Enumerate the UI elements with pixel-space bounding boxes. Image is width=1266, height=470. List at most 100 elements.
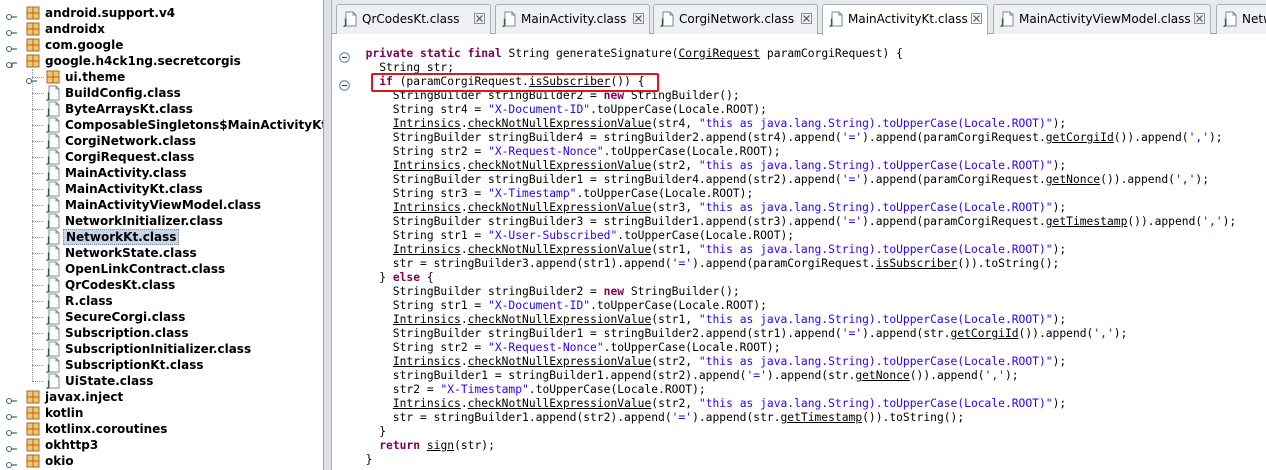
package-tree: android.support.v4 androidx com.google goog… <box>0 5 323 469</box>
tree-class-item[interactable]: J BuildConfig.class <box>0 85 323 102</box>
code-reference[interactable]: Intrinsics <box>393 159 461 172</box>
expand-toggle-icon[interactable] <box>6 57 18 68</box>
collapse-icon[interactable] <box>339 76 350 91</box>
tree-class-item[interactable]: J SubscriptionInitializer.class <box>0 341 323 358</box>
editor-tab[interactable]: J QrCodesKt.class <box>336 4 491 34</box>
class-file-icon: J <box>46 293 61 310</box>
code-reference[interactable]: checkNotNullExpressionValue <box>468 397 652 410</box>
tree-class-item[interactable]: J QrCodesKt.class <box>0 277 323 294</box>
collapse-toggle-icon[interactable] <box>6 41 18 52</box>
svg-text:J: J <box>46 236 50 245</box>
code-reference[interactable]: Intrinsics <box>393 201 461 214</box>
tree-package-item[interactable]: ui.theme <box>0 69 323 85</box>
collapse-toggle-icon[interactable] <box>6 441 18 452</box>
pane-splitter[interactable] <box>324 0 332 470</box>
code-string: '=' <box>841 131 863 144</box>
package-explorer: android.support.v4 androidx com.google goog… <box>0 0 324 470</box>
collapse-toggle-icon[interactable] <box>6 409 18 420</box>
tree-package-item[interactable]: android.support.v4 <box>0 5 323 21</box>
tree-class-item[interactable]: J SecureCorgi.class <box>0 309 323 326</box>
collapse-toggle-icon[interactable] <box>6 25 18 36</box>
editor-tab[interactable]: J CorgiNetwork.class <box>653 4 818 34</box>
tree-package-item[interactable]: okhttp3 <box>0 437 323 453</box>
code-reference[interactable]: getCorgiId <box>951 327 1019 340</box>
tree-guide-line <box>32 173 44 174</box>
tree-class-item[interactable]: J CorgiNetwork.class <box>0 133 323 150</box>
code-reference[interactable]: checkNotNullExpressionValue <box>468 355 652 368</box>
svg-text:J: J <box>46 188 50 197</box>
tree-class-item[interactable]: J SubscriptionKt.class <box>0 357 323 374</box>
code-text: ); <box>1052 355 1067 368</box>
tree-class-item[interactable]: J UiState.class <box>0 373 323 390</box>
tree-class-item[interactable]: J CorgiRequest.class <box>0 149 323 166</box>
code-reference[interactable]: checkNotNullExpressionValue <box>468 159 652 172</box>
code-string: "X-Document-ID" <box>488 299 591 312</box>
code-reference[interactable]: checkNotNullExpressionValue <box>468 313 652 326</box>
collapse-toggle-icon[interactable] <box>6 393 18 404</box>
tree-class-item[interactable]: J NetworkInitializer.class <box>0 213 323 230</box>
editor-tab[interactable]: J Netw <box>1216 4 1266 34</box>
tree-class-item[interactable]: J Subscription.class <box>0 325 323 342</box>
tree-class-item[interactable]: J OpenLinkContract.class <box>0 261 323 278</box>
tree-package-item[interactable]: com.google <box>0 37 323 53</box>
code-area[interactable]: private static final String generateSign… <box>332 35 1266 470</box>
code-line: StringBuilder stringBuilder2 = new Strin… <box>352 285 740 299</box>
code-line: StringBuilder stringBuilder1 = stringBui… <box>352 327 1128 341</box>
code-string: "X-Timestamp" <box>488 187 577 200</box>
tree-package-item[interactable]: kotlin <box>0 405 323 421</box>
tree-package-item[interactable]: javax.inject <box>0 389 323 405</box>
code-text: ).append(str. <box>862 327 951 340</box>
code-reference[interactable]: Intrinsics <box>393 355 461 368</box>
code-line: Intrinsics.checkNotNullExpressionValue(s… <box>352 243 1066 257</box>
code-reference[interactable]: Intrinsics <box>393 313 461 326</box>
code-reference[interactable]: CorgiRequest <box>678 47 760 60</box>
tree-class-item[interactable]: J ByteArraysKt.class <box>0 101 323 118</box>
code-text: ); <box>1195 173 1210 186</box>
editor-tab[interactable]: J MainActivity.class <box>495 4 650 34</box>
close-icon[interactable] <box>474 13 485 24</box>
tree-class-item[interactable]: J NetworkState.class <box>0 245 323 262</box>
tree-package-item[interactable]: androidx <box>0 21 323 37</box>
tree-guide-line <box>32 141 44 142</box>
tree-class-item[interactable]: J NetworkKt.class <box>0 229 323 246</box>
code-reference[interactable]: getTimestamp <box>1046 215 1128 228</box>
close-icon[interactable] <box>633 13 644 24</box>
svg-text:J: J <box>46 316 50 325</box>
svg-text:J: J <box>46 380 50 389</box>
code-reference[interactable]: checkNotNullExpressionValue <box>468 117 652 130</box>
svg-text:J: J <box>343 18 347 27</box>
code-string: '=' <box>671 411 693 424</box>
code-reference[interactable]: getTimestamp <box>781 411 863 424</box>
collapse-icon[interactable] <box>339 48 350 63</box>
editor-tab[interactable]: J MainActivityKt.class <box>822 4 988 35</box>
collapse-toggle-icon[interactable] <box>6 457 18 468</box>
close-icon[interactable] <box>971 13 982 24</box>
close-icon[interactable] <box>801 13 812 24</box>
code-reference[interactable]: getNonce <box>855 369 909 382</box>
code-reference[interactable]: Intrinsics <box>393 397 461 410</box>
collapse-toggle-icon[interactable] <box>6 425 18 436</box>
editor-tab[interactable]: J MainActivityViewModel.class <box>993 4 1211 34</box>
code-text: String str3 = <box>352 187 489 200</box>
collapse-toggle-icon[interactable] <box>6 9 18 20</box>
tree-class-item[interactable]: J MainActivityKt.class <box>0 181 323 198</box>
tree-guide-line <box>32 301 44 302</box>
code-reference[interactable]: sign <box>427 439 454 452</box>
code-reference[interactable]: getNonce <box>1046 173 1100 186</box>
tree-class-item[interactable]: J ComposableSingletons$MainActivityKt.cla… <box>0 117 323 134</box>
tree-package-item[interactable]: okio <box>0 453 323 469</box>
tree-class-item[interactable]: J MainActivity.class <box>0 165 323 182</box>
code-reference[interactable]: Intrinsics <box>393 243 461 256</box>
tree-package-item[interactable]: kotlinx.coroutines <box>0 421 323 437</box>
code-reference[interactable]: checkNotNullExpressionValue <box>468 243 652 256</box>
tree-item-label: MainActivityKt.class <box>65 182 203 196</box>
tree-class-item[interactable]: J MainActivityViewModel.class <box>0 197 323 214</box>
code-reference[interactable]: getCorgiId <box>1046 131 1114 144</box>
close-icon[interactable] <box>1194 13 1205 24</box>
code-reference[interactable]: Intrinsics <box>393 117 461 130</box>
code-reference[interactable]: checkNotNullExpressionValue <box>468 201 652 214</box>
tree-class-item[interactable]: J R.class <box>0 293 323 310</box>
code-text: ()).append( <box>1113 131 1189 144</box>
tree-package-item[interactable]: google.h4ck1ng.secretcorgis <box>0 53 323 69</box>
code-reference[interactable]: isSubscriber <box>876 257 958 270</box>
